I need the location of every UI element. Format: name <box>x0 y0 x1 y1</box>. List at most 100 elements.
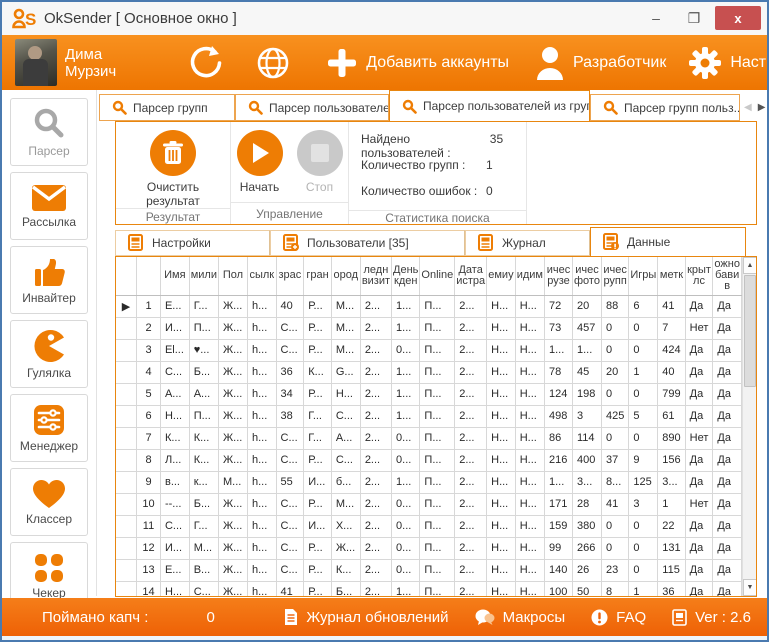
table-row[interactable]: 10--...Б...Ж...h...С...Р...М...2...0...П… <box>116 493 742 515</box>
tab-2[interactable]: Парсер пользователей <box>235 94 389 121</box>
table-cell[interactable]: 99 <box>545 537 573 559</box>
table-cell[interactable]: 2... <box>455 493 487 515</box>
sidebar-item-3[interactable]: Инвайтер <box>10 246 88 314</box>
table-cell[interactable]: 86 <box>545 427 573 449</box>
table-cell[interactable]: 1 <box>658 493 685 515</box>
table-cell[interactable]: Да <box>713 317 742 339</box>
table-cell[interactable]: 1... <box>545 339 573 361</box>
table-cell[interactable]: Н... <box>515 427 544 449</box>
table-row[interactable]: 3El...♥...Ж...h...С...Р...М...2...0...П.… <box>116 339 742 361</box>
table-cell[interactable]: 2... <box>455 317 487 339</box>
table-cell[interactable]: Н... <box>487 361 516 383</box>
table-cell[interactable]: Н... <box>487 493 516 515</box>
table-cell[interactable]: Р... <box>304 449 332 471</box>
table-cell[interactable]: 0 <box>601 339 628 361</box>
table-cell[interactable]: 9 <box>137 471 161 493</box>
table-cell[interactable]: 45 <box>573 361 602 383</box>
table-cell[interactable]: --... <box>160 493 189 515</box>
table-cell[interactable]: к... <box>189 471 218 493</box>
table-cell[interactable]: 1... <box>392 383 420 405</box>
table-cell[interactable]: Ж... <box>219 449 248 471</box>
column-header-10[interactable]: День кден <box>392 257 420 295</box>
table-row[interactable]: 7К...К...Ж...h...С...Г...А...2...0...П..… <box>116 427 742 449</box>
column-header-9[interactable]: ледн визит <box>360 257 391 295</box>
table-cell[interactable]: П... <box>420 295 455 317</box>
table-cell[interactable]: 3 <box>573 405 602 427</box>
table-cell[interactable]: С... <box>276 493 304 515</box>
table-cell[interactable]: 2... <box>360 581 391 596</box>
table-cell[interactable]: П... <box>420 339 455 361</box>
column-header-1[interactable] <box>137 257 161 295</box>
table-cell[interactable]: 2... <box>360 559 391 581</box>
table-cell[interactable]: в... <box>160 471 189 493</box>
table-cell[interactable]: h... <box>247 317 276 339</box>
table-cell[interactable]: Нет <box>685 493 713 515</box>
table-cell[interactable]: 0... <box>392 515 420 537</box>
table-cell[interactable]: 11 <box>137 515 161 537</box>
table-cell[interactable]: 3... <box>573 471 602 493</box>
table-cell[interactable]: Да <box>685 449 713 471</box>
stop-button[interactable]: Стоп <box>297 128 343 194</box>
table-cell[interactable]: 0 <box>601 317 628 339</box>
table-cell[interactable]: Г... <box>304 427 332 449</box>
table-cell[interactable]: 0 <box>629 317 658 339</box>
table-cell[interactable]: 61 <box>658 405 685 427</box>
table-cell[interactable]: 5 <box>629 405 658 427</box>
table-cell[interactable]: 1... <box>392 361 420 383</box>
table-cell[interactable]: ♥... <box>189 339 218 361</box>
table-cell[interactable]: 7 <box>658 317 685 339</box>
table-cell[interactable]: 2... <box>455 405 487 427</box>
table-cell[interactable]: h... <box>247 427 276 449</box>
table-cell[interactable]: П... <box>420 449 455 471</box>
table-cell[interactable]: Да <box>685 295 713 317</box>
table-cell[interactable]: И... <box>304 471 332 493</box>
clear-results-button[interactable]: Очистить результат <box>146 128 200 208</box>
table-cell[interactable]: Ж... <box>219 559 248 581</box>
table-cell[interactable]: С... <box>276 449 304 471</box>
table-cell[interactable]: 36 <box>276 361 304 383</box>
table-cell[interactable]: 216 <box>545 449 573 471</box>
table-cell[interactable]: 0 <box>629 515 658 537</box>
table-row[interactable]: 14Н...С...Ж...h...41Р...Б...2...1...П...… <box>116 581 742 596</box>
table-cell[interactable]: Р... <box>304 317 332 339</box>
table-cell[interactable]: 34 <box>276 383 304 405</box>
table-row[interactable]: 9в...к...М...h...55И...б...2...1...П...2… <box>116 471 742 493</box>
table-cell[interactable]: 0... <box>392 449 420 471</box>
table-cell[interactable]: И... <box>160 317 189 339</box>
table-cell[interactable]: Да <box>713 383 742 405</box>
table-cell[interactable]: Н... <box>515 361 544 383</box>
table-cell[interactable]: 2... <box>455 383 487 405</box>
table-cell[interactable]: 0 <box>601 427 628 449</box>
table-cell[interactable]: h... <box>247 449 276 471</box>
table-cell[interactable]: Да <box>685 361 713 383</box>
table-cell[interactable]: Ж... <box>219 405 248 427</box>
table-cell[interactable]: М... <box>331 339 360 361</box>
globe-icon[interactable] <box>254 44 292 82</box>
table-cell[interactable]: 41 <box>601 493 628 515</box>
table-cell[interactable]: Е... <box>160 559 189 581</box>
table-cell[interactable]: Н... <box>487 383 516 405</box>
table-cell[interactable]: 41 <box>276 581 304 596</box>
scrollbar-thumb[interactable] <box>744 275 756 387</box>
column-header-11[interactable]: Online <box>420 257 455 295</box>
sidebar-item-5[interactable]: Менеджер <box>10 394 88 462</box>
table-cell[interactable]: h... <box>247 581 276 596</box>
table-cell[interactable]: И... <box>304 515 332 537</box>
settings-button[interactable]: Настройки <box>688 46 769 80</box>
table-cell[interactable]: Ж... <box>219 361 248 383</box>
table-cell[interactable]: 0... <box>392 537 420 559</box>
table-cell[interactable]: 40 <box>276 295 304 317</box>
table-cell[interactable]: 2... <box>455 581 487 596</box>
table-cell[interactable]: 0... <box>392 339 420 361</box>
subtab-1[interactable]: Настройки <box>115 230 270 256</box>
table-cell[interactable]: Да <box>713 427 742 449</box>
table-cell[interactable]: h... <box>247 361 276 383</box>
table-cell[interactable]: h... <box>247 515 276 537</box>
column-header-4[interactable]: Пол <box>219 257 248 295</box>
table-cell[interactable]: Н... <box>160 581 189 596</box>
table-cell[interactable]: 2... <box>455 559 487 581</box>
table-cell[interactable]: Ж... <box>219 295 248 317</box>
table-cell[interactable]: 2... <box>360 493 391 515</box>
table-cell[interactable]: 3... <box>658 471 685 493</box>
table-cell[interactable]: 23 <box>601 559 628 581</box>
